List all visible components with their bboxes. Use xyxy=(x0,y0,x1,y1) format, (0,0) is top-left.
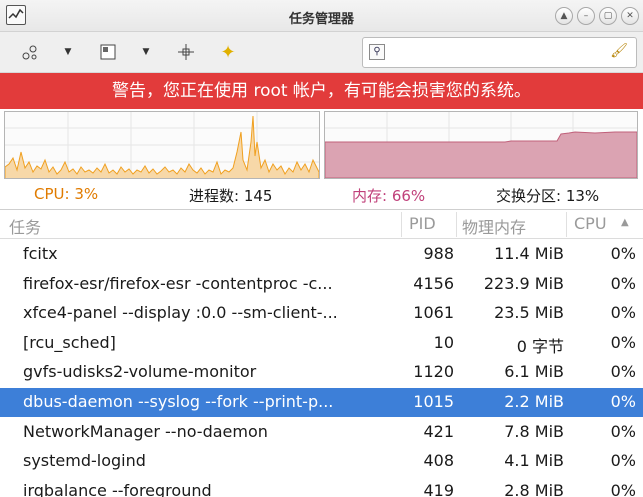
search-icon: ⚲ xyxy=(369,44,385,60)
process-count: 进程数: 145 xyxy=(189,187,273,205)
process-pid: 988 xyxy=(423,244,454,263)
process-name: [rcu_sched] xyxy=(23,332,116,352)
process-pid: 1061 xyxy=(413,303,454,323)
process-cpu: 0% xyxy=(610,244,636,263)
process-cpu: 0% xyxy=(610,451,636,471)
process-pid: 419 xyxy=(423,480,454,497)
column-header-task[interactable]: 任务 xyxy=(9,214,41,238)
column-header-memory[interactable]: 物理内存 xyxy=(462,214,526,238)
table-row[interactable]: NetworkManager --no-daemon 421 7.8 MiB 0% xyxy=(0,418,643,447)
process-name: dbus-daemon --syslog --fork --print-p... xyxy=(23,392,334,411)
process-cpu: 0% xyxy=(610,480,636,497)
table-row[interactable]: [rcu_sched] 10 0 字节 0% xyxy=(0,329,643,358)
cpu-usage: CPU: 3% xyxy=(34,185,99,203)
process-pid: 4156 xyxy=(413,273,454,293)
process-pid: 1120 xyxy=(413,362,454,382)
search-input[interactable] xyxy=(391,42,601,63)
table-row[interactable]: irqbalance --foreground 419 2.8 MiB 0% xyxy=(0,477,643,497)
table-row[interactable]: fcitx 988 11.4 MiB 0% xyxy=(0,240,643,269)
process-name: fcitx xyxy=(23,244,58,263)
stats-bar: CPU: 3% 进程数: 145 内存: 66% 交换分区: 13% xyxy=(0,181,643,209)
processes-icon[interactable] xyxy=(18,40,42,64)
process-name: irqbalance --foreground xyxy=(23,480,212,497)
process-table: 任务 PID 物理内存 CPU ▲ fcitx 988 11.4 MiB 0% fire… xyxy=(0,209,643,497)
table-row[interactable]: systemd-logind 408 4.1 MiB 0% xyxy=(0,447,643,476)
table-row[interactable]: xfce4-panel --display :0.0 --sm-client-.… xyxy=(0,299,643,328)
process-name: xfce4-panel --display :0.0 --sm-client-.… xyxy=(23,303,338,323)
minimize-button[interactable]: – xyxy=(577,7,595,25)
maximize-button[interactable]: ▢ xyxy=(599,7,617,25)
process-cpu: 0% xyxy=(610,362,636,382)
cpu-history-graph xyxy=(4,111,320,179)
process-cpu: 0% xyxy=(610,421,636,441)
process-name: firefox-esr/firefox-esr -contentproc -c.… xyxy=(23,273,333,293)
process-memory: 2.2 MiB xyxy=(504,392,564,411)
table-row[interactable]: gvfs-udisks2-volume-monitor 1120 6.1 MiB 0% xyxy=(0,358,643,387)
process-memory: 4.1 MiB xyxy=(504,451,564,471)
process-cpu: 0% xyxy=(610,332,636,352)
process-name: systemd-logind xyxy=(23,451,146,471)
process-memory: 11.4 MiB xyxy=(494,244,564,263)
process-memory: 223.9 MiB xyxy=(483,273,564,293)
title-bar: 任务管理器 ▲ – ▢ ✕ xyxy=(0,0,643,32)
clear-brush-icon[interactable]: 🖌 xyxy=(610,43,628,59)
process-memory: 23.5 MiB xyxy=(494,303,564,323)
process-pid: 421 xyxy=(423,421,454,441)
sort-ascending-icon: ▲ xyxy=(621,217,629,228)
window-dropdown-icon[interactable]: ▼ xyxy=(134,40,158,64)
window-title: 任务管理器 xyxy=(288,12,354,27)
window-icon[interactable] xyxy=(96,40,120,64)
swap-usage: 交换分区: 13% xyxy=(496,187,600,205)
process-cpu: 0% xyxy=(610,273,636,293)
star-icon[interactable]: ✦ xyxy=(216,40,240,64)
view-dropdown-icon[interactable]: ▼ xyxy=(56,40,80,64)
process-cpu: 0% xyxy=(610,303,636,323)
table-header: 任务 PID 物理内存 CPU ▲ xyxy=(0,210,643,239)
process-pid: 10 xyxy=(433,332,454,352)
process-name: NetworkManager --no-daemon xyxy=(23,421,268,441)
process-memory: 2.8 MiB xyxy=(504,480,564,497)
column-header-cpu[interactable]: CPU xyxy=(574,214,607,233)
toolbar: ▼ ▼ ✦ ⚲ 🖌 xyxy=(0,32,643,73)
window-controls: ▲ – ▢ ✕ xyxy=(555,7,639,25)
close-button[interactable]: ✕ xyxy=(621,7,639,25)
memory-history-graph xyxy=(324,111,638,179)
crosshair-icon[interactable] xyxy=(174,40,198,64)
process-memory: 6.1 MiB xyxy=(504,362,564,382)
process-pid: 1015 xyxy=(413,392,454,411)
process-name: gvfs-udisks2-volume-monitor xyxy=(23,362,257,382)
process-pid: 408 xyxy=(423,451,454,471)
search-box[interactable]: ⚲ 🖌 xyxy=(362,37,637,68)
column-header-pid[interactable]: PID xyxy=(409,214,436,233)
table-row[interactable]: dbus-daemon --syslog --fork --print-p...… xyxy=(0,388,643,417)
memory-usage: 内存: 66% xyxy=(352,187,426,205)
process-memory: 7.8 MiB xyxy=(504,421,564,441)
process-memory: 0 字节 xyxy=(516,336,564,356)
process-cpu: 0% xyxy=(610,392,636,411)
root-warning-banner: 警告，您正在使用 root 帐户，有可能会损害您的系统。 xyxy=(0,73,643,109)
table-row[interactable]: firefox-esr/firefox-esr -contentproc -c.… xyxy=(0,270,643,299)
shade-button[interactable]: ▲ xyxy=(555,7,573,25)
